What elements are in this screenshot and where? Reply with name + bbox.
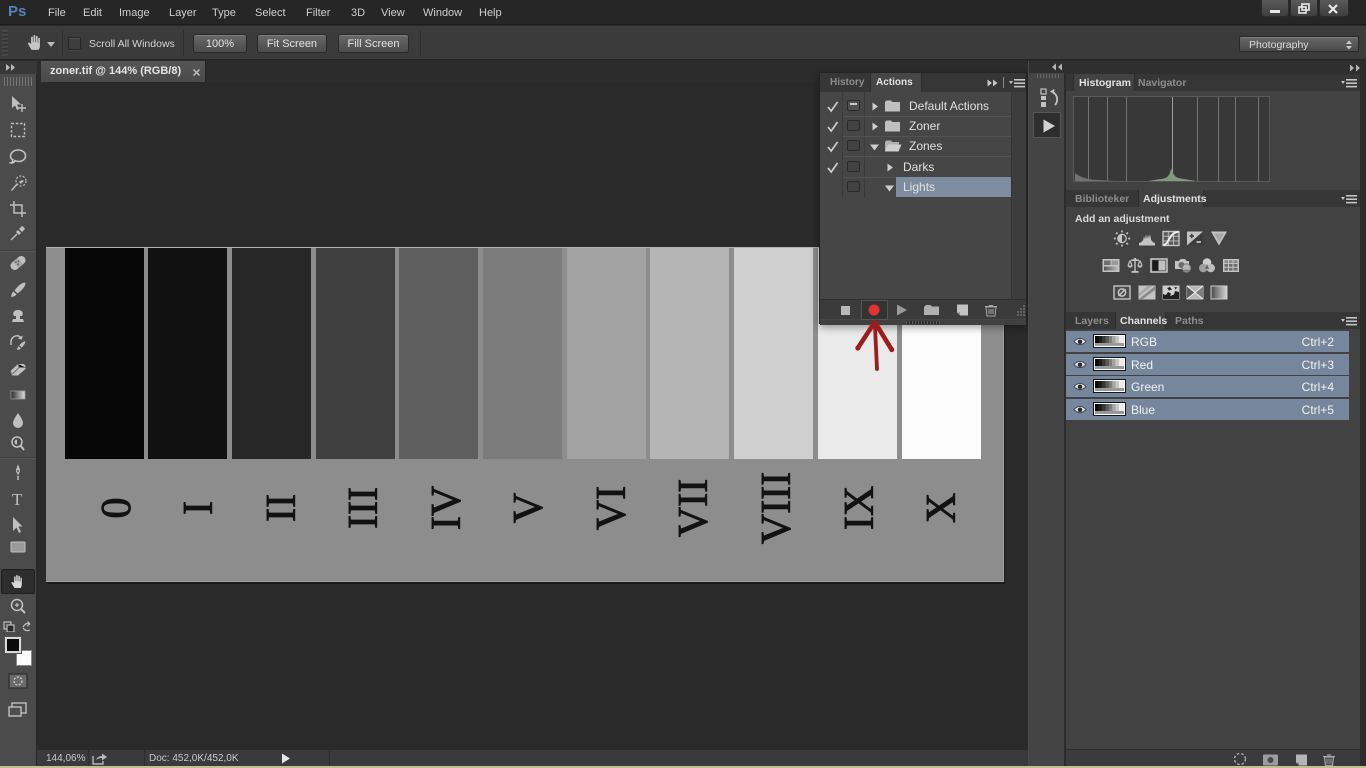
svg-text:T: T (12, 490, 23, 509)
